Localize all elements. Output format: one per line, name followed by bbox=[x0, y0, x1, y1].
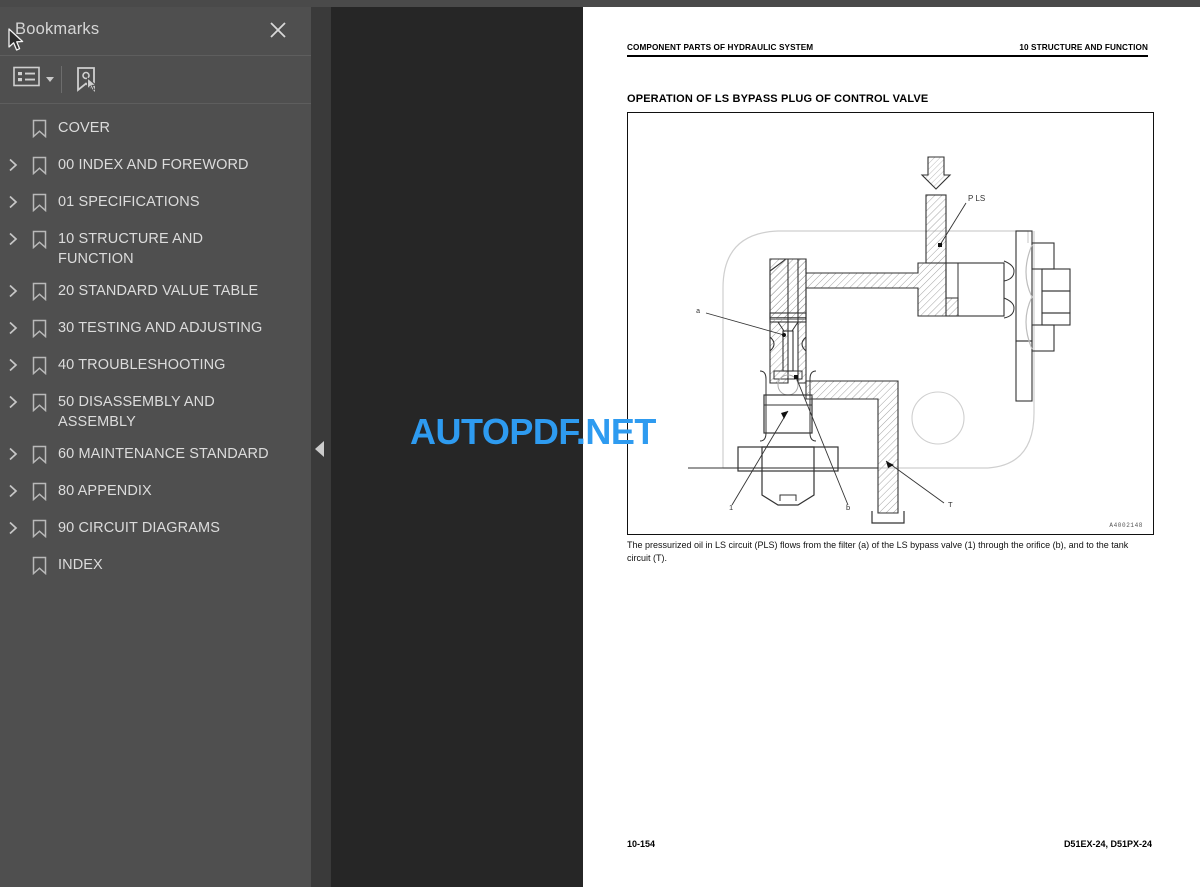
bookmarks-list: COVER 00 INDEX AND FOREWORD 01 SPECIFICA… bbox=[0, 104, 311, 586]
svg-text:P LS: P LS bbox=[968, 194, 985, 203]
bookmark-flag-icon bbox=[26, 155, 52, 175]
document-running-head: COMPONENT PARTS OF HYDRAULIC SYSTEM 10 S… bbox=[627, 43, 1148, 57]
bookmark-item-label: 80 APPENDIX bbox=[58, 483, 152, 499]
bookmark-item-index[interactable]: INDEX bbox=[0, 549, 311, 586]
chevron-right-icon[interactable] bbox=[0, 392, 26, 412]
svg-text:1: 1 bbox=[729, 503, 733, 512]
bookmark-flag-icon bbox=[26, 481, 52, 501]
bookmark-item-50-disassembly-and-assembly[interactable]: 50 DISASSEMBLY AND ASSEMBLY bbox=[0, 386, 311, 438]
chevron-right-icon[interactable] bbox=[0, 281, 26, 301]
list-options-button[interactable] bbox=[13, 66, 54, 92]
bookmark-item-90-circuit-diagrams[interactable]: 90 CIRCUIT DIAGRAMS bbox=[0, 512, 311, 549]
figure-caption: The pressurized oil in LS circuit (PLS) … bbox=[627, 540, 1129, 563]
bookmark-flag-icon bbox=[26, 392, 52, 412]
bookmark-flag-icon bbox=[26, 444, 52, 464]
chevron-left-icon[interactable] bbox=[315, 441, 324, 457]
sidebar-splitter[interactable] bbox=[311, 7, 331, 887]
bookmark-flag-icon bbox=[26, 118, 52, 138]
bookmark-flag-icon bbox=[26, 229, 52, 249]
toolbar-separator bbox=[61, 66, 62, 93]
bookmarks-panel-title: Bookmarks bbox=[15, 20, 100, 38]
bookmark-item-label: 01 SPECIFICATIONS bbox=[58, 194, 200, 210]
running-head-right: 10 STRUCTURE AND FUNCTION bbox=[1019, 43, 1148, 52]
chevron-right-icon[interactable] bbox=[0, 355, 26, 375]
chevron-right-icon[interactable] bbox=[0, 481, 26, 501]
document-footer: 10-154 D51EX-24, D51PX-24 bbox=[627, 839, 1152, 849]
bookmark-item-80-appendix[interactable]: 80 APPENDIX bbox=[0, 475, 311, 512]
chevron-right-icon[interactable] bbox=[0, 518, 26, 538]
chevron-right-icon[interactable] bbox=[0, 229, 26, 249]
bookmarks-toolbar bbox=[0, 56, 311, 104]
bookmark-item-label: 90 CIRCUIT DIAGRAMS bbox=[58, 520, 220, 536]
chevron-right-icon[interactable] bbox=[0, 155, 26, 175]
bookmark-item-40-troubleshooting[interactable]: 40 TROUBLESHOOTING bbox=[0, 349, 311, 386]
svg-text:a: a bbox=[696, 308, 700, 315]
section-title: OPERATION OF LS BYPASS PLUG OF CONTROL V… bbox=[627, 93, 929, 105]
bookmark-item-30-testing-and-adjusting[interactable]: 30 TESTING AND ADJUSTING bbox=[0, 312, 311, 349]
bookmark-flag-icon bbox=[26, 318, 52, 338]
twisty-placeholder bbox=[0, 555, 26, 575]
bookmark-item-label: 40 TROUBLESHOOTING bbox=[58, 357, 226, 373]
bookmark-flag-icon bbox=[26, 555, 52, 575]
bookmark-item-01-specifications[interactable]: 01 SPECIFICATIONS bbox=[0, 186, 311, 223]
pdf-page[interactable]: COMPONENT PARTS OF HYDRAULIC SYSTEM 10 S… bbox=[583, 7, 1200, 887]
bookmark-item-label: 30 TESTING AND ADJUSTING bbox=[58, 320, 263, 336]
new-bookmark-icon bbox=[72, 66, 100, 98]
running-head-rule bbox=[627, 55, 1148, 57]
bookmark-item-00-index-and-foreword[interactable]: 00 INDEX AND FOREWORD bbox=[0, 149, 311, 186]
bookmark-flag-icon bbox=[26, 355, 52, 375]
bookmark-flag-icon bbox=[26, 192, 52, 212]
figure-code: A4002148 bbox=[1109, 522, 1143, 529]
bookmark-item-label: COVER bbox=[58, 120, 111, 136]
bookmarks-sidebar: Bookmarks COVER 00 INDEX AND FOREWORD 01… bbox=[0, 7, 311, 887]
twisty-placeholder bbox=[0, 118, 26, 138]
chevron-down-icon bbox=[46, 76, 54, 82]
bookmark-item-label: 10 STRUCTURE AND FUNCTION bbox=[58, 231, 204, 267]
bookmark-flag-icon bbox=[26, 281, 52, 301]
bookmark-item-60-maintenance-standard[interactable]: 60 MAINTENANCE STANDARD bbox=[0, 438, 311, 475]
running-head-left: COMPONENT PARTS OF HYDRAULIC SYSTEM bbox=[627, 43, 814, 52]
chevron-right-icon[interactable] bbox=[0, 444, 26, 464]
pdf-viewer-window: Bookmarks COVER 00 INDEX AND FOREWORD 01… bbox=[0, 0, 1200, 887]
list-options-icon bbox=[13, 66, 40, 92]
footer-model: D51EX-24, D51PX-24 bbox=[1063, 839, 1152, 849]
new-bookmark-button[interactable] bbox=[72, 66, 100, 98]
chevron-right-icon[interactable] bbox=[0, 192, 26, 212]
bookmark-item-label: 60 MAINTENANCE STANDARD bbox=[58, 446, 269, 462]
bookmark-flag-icon bbox=[26, 518, 52, 538]
bookmark-item-label: INDEX bbox=[58, 557, 103, 573]
bookmark-item-label: 00 INDEX AND FOREWORD bbox=[58, 157, 249, 173]
bookmark-item-label: 50 DISASSEMBLY AND ASSEMBLY bbox=[58, 394, 215, 430]
footer-page-number: 10-154 bbox=[627, 839, 656, 849]
technical-diagram: a P LS 1 b T A4002148 bbox=[627, 112, 1154, 535]
bookmark-item-20-standard-value-table[interactable]: 20 STANDARD VALUE TABLE bbox=[0, 275, 311, 312]
hydraulic-valve-schematic: a P LS 1 b T bbox=[688, 156, 1071, 524]
svg-text:T: T bbox=[948, 500, 953, 509]
bookmarks-panel-header: Bookmarks bbox=[0, 7, 311, 56]
svg-text:b: b bbox=[846, 503, 850, 512]
chevron-right-icon[interactable] bbox=[0, 318, 26, 338]
bookmark-item-cover[interactable]: COVER bbox=[0, 112, 311, 149]
window-top-strip-right bbox=[583, 0, 1200, 7]
bookmark-item-10-structure-and-function[interactable]: 10 STRUCTURE AND FUNCTION bbox=[0, 223, 311, 275]
close-icon[interactable] bbox=[267, 19, 289, 41]
bookmark-item-label: 20 STANDARD VALUE TABLE bbox=[58, 283, 259, 299]
